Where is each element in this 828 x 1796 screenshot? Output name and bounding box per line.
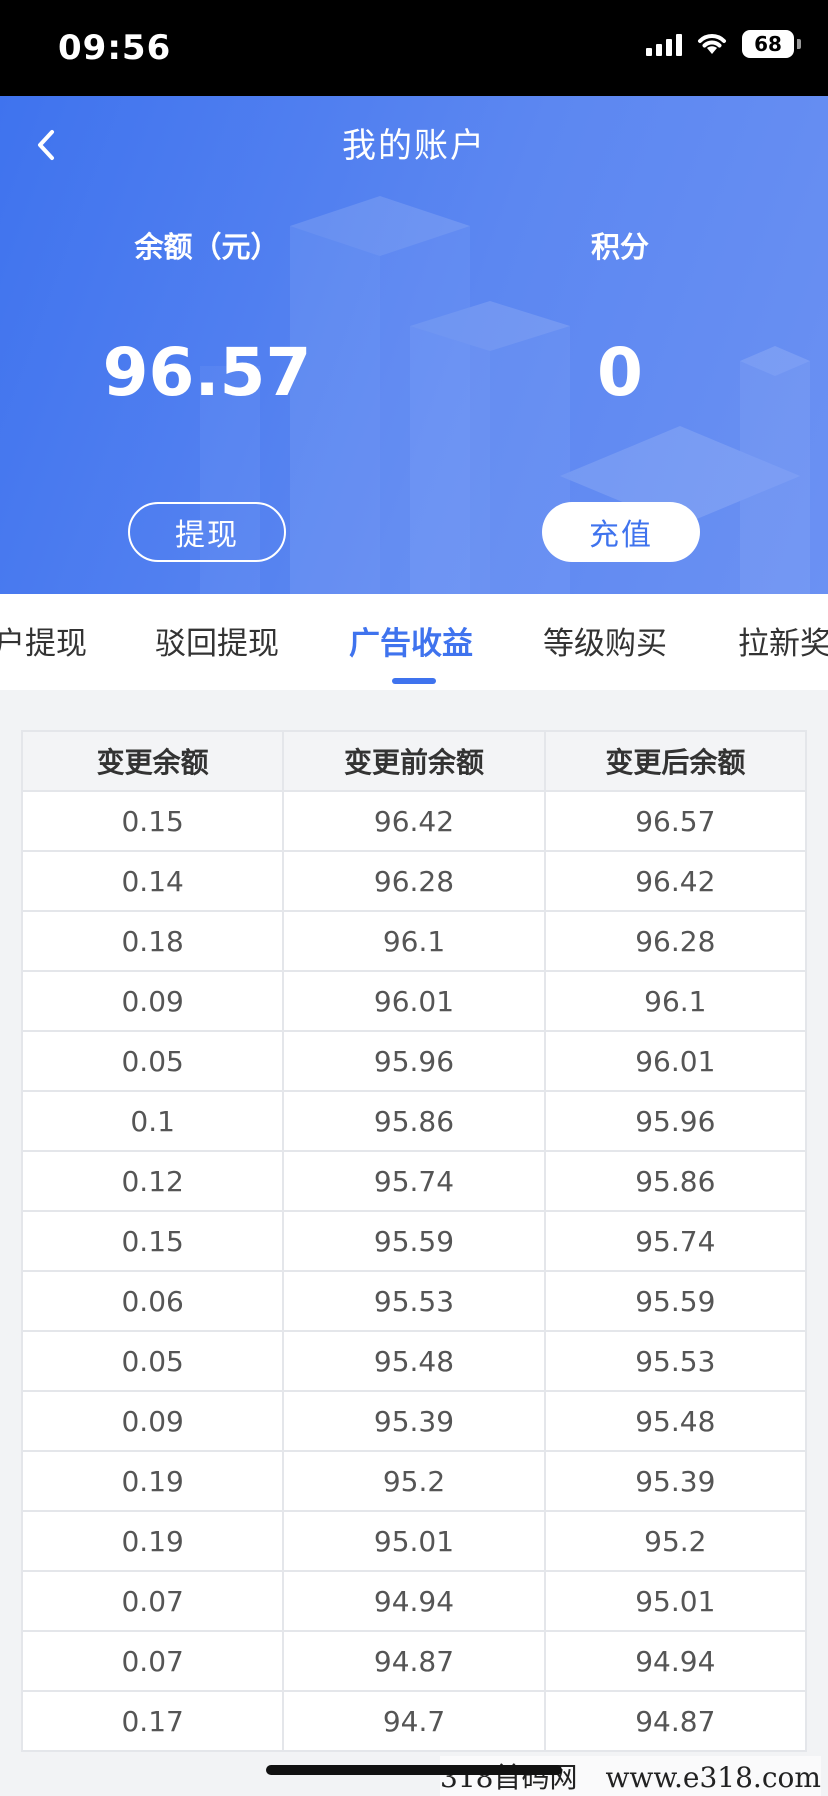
table-row: 0.15 96.42 96.57: [20, 790, 808, 852]
tab-referral-reward[interactable]: 拉新奖: [738, 618, 828, 663]
cell-change-amount: 0.05: [20, 1330, 285, 1392]
cell-change-amount: 0.18: [20, 910, 285, 972]
table-row: 0.14 96.28 96.42: [20, 850, 808, 912]
points-label: 积分: [590, 230, 649, 264]
status-time: 09:56: [58, 28, 172, 68]
cell-balance-before: 95.39: [282, 1390, 546, 1452]
cell-change-amount: 0.15: [20, 790, 285, 852]
cell-change-amount: 0.17: [20, 1690, 285, 1752]
balance-value: 96.57: [102, 334, 312, 411]
cell-change-amount: 0.06: [20, 1270, 285, 1332]
cell-balance-after: 96.42: [543, 850, 808, 912]
cell-balance-after: 96.01: [543, 1030, 808, 1092]
cell-change-amount: 0.15: [20, 1210, 285, 1272]
tab-withdraw[interactable]: 户提现: [0, 618, 87, 663]
cell-balance-before: 94.94: [282, 1570, 546, 1632]
cell-balance-after: 95.53: [543, 1330, 808, 1392]
cell-balance-before: 95.48: [282, 1330, 546, 1392]
cell-balance-after: 96.28: [543, 910, 808, 972]
cell-balance-after: 96.57: [543, 790, 808, 852]
cell-balance-before: 95.2: [282, 1450, 546, 1512]
status-icons: 68: [646, 30, 801, 58]
wifi-icon: [698, 34, 726, 54]
points-value: 0: [597, 334, 643, 411]
table-row: 0.09 95.39 95.48: [20, 1390, 808, 1452]
home-indicator: [266, 1765, 562, 1775]
cell-balance-after: 96.1: [543, 970, 808, 1032]
cell-balance-after: 95.86: [543, 1150, 808, 1212]
cell-change-amount: 0.09: [20, 970, 285, 1032]
withdraw-button[interactable]: 提现: [128, 502, 286, 562]
cell-change-amount: 0.09: [20, 1390, 285, 1452]
cell-balance-before: 95.96: [282, 1030, 546, 1092]
cell-balance-before: 95.01: [282, 1510, 546, 1572]
cell-change-amount: 0.07: [20, 1570, 285, 1632]
cell-balance-after: 95.39: [543, 1450, 808, 1512]
table-row: 0.15 95.59 95.74: [20, 1210, 808, 1272]
cell-balance-before: 94.87: [282, 1630, 546, 1692]
table-row: 0.06 95.53 95.59: [20, 1270, 808, 1332]
cell-balance-before: 96.42: [282, 790, 546, 852]
cell-balance-after: 95.74: [543, 1210, 808, 1272]
table-row: 0.19 95.01 95.2: [20, 1510, 808, 1572]
cell-balance-before: 95.74: [282, 1150, 546, 1212]
table-row: 0.18 96.1 96.28: [20, 910, 808, 972]
cell-balance-before: 94.7: [282, 1690, 546, 1752]
cell-change-amount: 0.19: [20, 1510, 285, 1572]
status-bar: 09:56 68: [0, 0, 828, 96]
cell-balance-before: 95.86: [282, 1090, 546, 1152]
table-row: 0.07 94.94 95.01: [20, 1570, 808, 1632]
battery-icon: 68: [742, 30, 801, 58]
account-header: 我的账户 余额（元） 积分 96.57 0 提现 充值: [0, 96, 828, 594]
column-header-change: 变更余额: [20, 730, 285, 792]
cell-balance-before: 96.28: [282, 850, 546, 912]
table-row: 0.07 94.87 94.94: [20, 1630, 808, 1692]
table-row: 0.17 94.7 94.87: [20, 1690, 808, 1752]
record-tabs: 户提现 驳回提现 广告收益 等级购买 拉新奖: [0, 594, 828, 690]
cell-balance-before: 95.53: [282, 1270, 546, 1332]
cell-change-amount: 0.1: [20, 1090, 285, 1152]
cell-change-amount: 0.19: [20, 1450, 285, 1512]
tab-rejected-withdraw[interactable]: 驳回提现: [155, 618, 279, 663]
cell-change-amount: 0.14: [20, 850, 285, 912]
cell-balance-after: 94.94: [543, 1630, 808, 1692]
cell-change-amount: 0.12: [20, 1150, 285, 1212]
recharge-button[interactable]: 充值: [542, 502, 700, 562]
table-row: 0.1 95.86 95.96: [20, 1090, 808, 1152]
cell-balance-after: 95.2: [543, 1510, 808, 1572]
cell-balance-before: 96.01: [282, 970, 546, 1032]
tab-level-purchase[interactable]: 等级购买: [543, 618, 667, 663]
balance-change-table: 变更余额 变更前余额 变更后余额 0.15 96.42 96.57 0.14 96.28…: [20, 730, 808, 1752]
table-row: 0.05 95.96 96.01: [20, 1030, 808, 1092]
cell-balance-after: 95.96: [543, 1090, 808, 1152]
table-header-row: 变更余额 变更前余额 变更后余额: [20, 730, 808, 792]
table-row: 0.19 95.2 95.39: [20, 1450, 808, 1512]
table-row: 0.05 95.48 95.53: [20, 1330, 808, 1392]
cellular-signal-icon: [646, 32, 682, 56]
cell-balance-after: 94.87: [543, 1690, 808, 1752]
cell-change-amount: 0.05: [20, 1030, 285, 1092]
active-tab-indicator: [392, 678, 436, 684]
cell-balance-before: 95.59: [282, 1210, 546, 1272]
balance-label: 余额（元）: [134, 230, 280, 264]
table-row: 0.12 95.74 95.86: [20, 1150, 808, 1212]
column-header-before: 变更前余额: [282, 730, 546, 792]
cell-balance-after: 95.01: [543, 1570, 808, 1632]
cell-balance-after: 95.59: [543, 1270, 808, 1332]
watermark: 318首码网 www.e318.com: [440, 1756, 821, 1796]
cell-balance-after: 95.48: [543, 1390, 808, 1452]
cell-balance-before: 96.1: [282, 910, 546, 972]
page-title: 我的账户: [342, 126, 486, 166]
cell-change-amount: 0.07: [20, 1630, 285, 1692]
column-header-after: 变更后余额: [543, 730, 808, 792]
tab-ad-income[interactable]: 广告收益: [349, 618, 473, 663]
table-row: 0.09 96.01 96.1: [20, 970, 808, 1032]
